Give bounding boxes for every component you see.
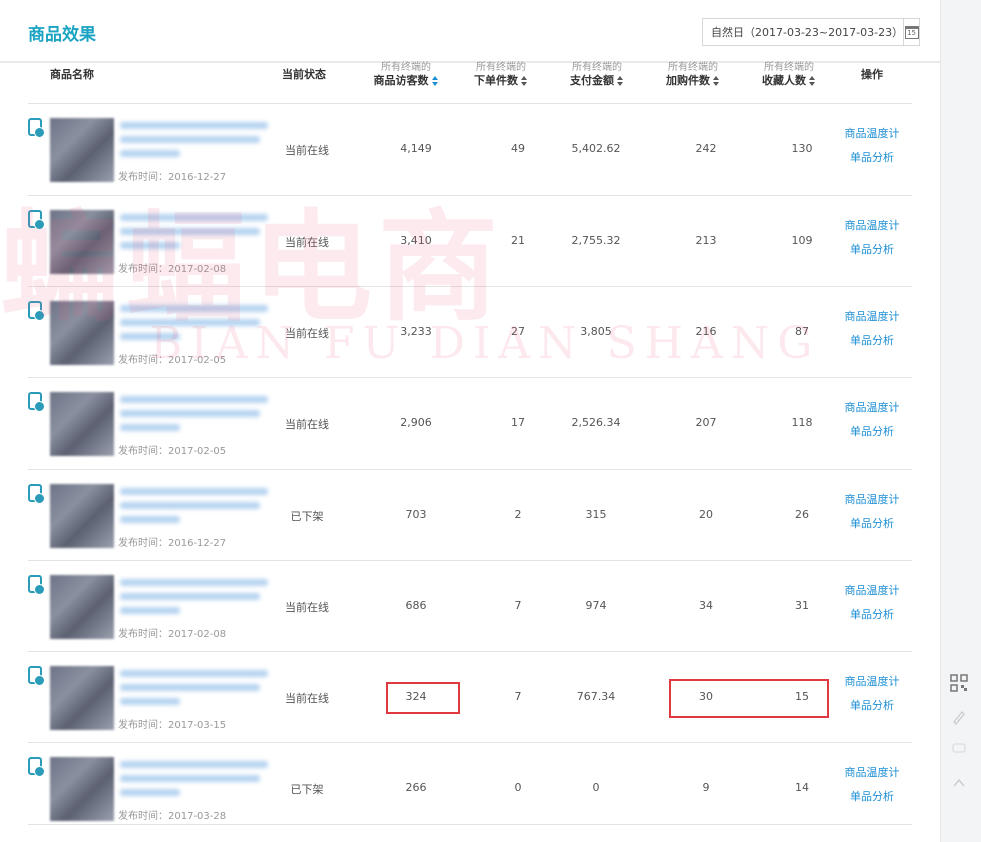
- cart-cell: 9: [702, 781, 710, 794]
- product-thumbnail[interactable]: [50, 757, 114, 821]
- orders-cell: 7: [514, 599, 522, 612]
- amount-cell: 974: [585, 599, 607, 612]
- product-thumbnail[interactable]: [50, 666, 114, 730]
- thermometer-link[interactable]: 商品温度计: [832, 305, 912, 329]
- fav-cell: 109: [791, 234, 813, 247]
- status-cell: 当前在线: [285, 692, 329, 705]
- highlight-box-cart-fav: [669, 679, 829, 718]
- mobile-icon: [28, 392, 45, 412]
- date-range-picker[interactable]: 自然日（2017-03-23~2017-03-23） 15: [702, 18, 920, 46]
- sort-icon[interactable]: [431, 75, 439, 87]
- orders-cell: 49: [511, 142, 525, 155]
- visitors-cell: 4,149: [400, 142, 432, 155]
- table-row: 发布时间：2017-02-05 当前在线 2,906 17 2,526.34 2…: [0, 378, 940, 469]
- thermometer-link[interactable]: 商品温度计: [832, 670, 912, 694]
- table-row: 发布时间：2016-12-27 已下架 703 2 315 20 26 商品温度…: [0, 470, 940, 561]
- status-cell: 当前在线: [285, 144, 329, 157]
- cart-cell: 34: [699, 599, 713, 612]
- thermometer-link[interactable]: 商品温度计: [832, 122, 912, 146]
- status-cell: 已下架: [290, 510, 324, 523]
- col-header-visitors[interactable]: 所有终端的 商品访客数: [366, 62, 446, 88]
- col-header-fav[interactable]: 所有终端的 收藏人数: [752, 62, 826, 88]
- visitors-cell: 686: [405, 599, 427, 612]
- amount-cell: 315: [585, 508, 607, 521]
- visitors-cell: 266: [405, 781, 427, 794]
- calendar-icon: 15: [904, 25, 919, 39]
- col-header-amount[interactable]: 所有终端的 支付金额: [560, 62, 634, 88]
- main-panel: 商品效果 自然日（2017-03-23~2017-03-23） 15 商品名称 …: [0, 0, 940, 842]
- top-icon[interactable]: [950, 774, 968, 792]
- amount-cell: 767.34: [576, 690, 616, 703]
- sort-icon[interactable]: [809, 75, 816, 87]
- thermometer-link[interactable]: 商品温度计: [832, 761, 912, 785]
- sort-icon[interactable]: [521, 75, 528, 87]
- watermark-subtext: BIAN FU DIAN SHANG: [150, 318, 821, 369]
- fav-cell: 130: [791, 142, 813, 155]
- col-header-status: 当前状态: [282, 68, 326, 81]
- col-header-action: 操作: [861, 68, 883, 81]
- single-analysis-link[interactable]: 单品分析: [832, 420, 912, 444]
- status-cell: 已下架: [290, 783, 324, 796]
- col-header-cart[interactable]: 所有终端的 加购件数: [656, 62, 730, 88]
- page-title: 商品效果: [28, 25, 96, 45]
- single-analysis-link[interactable]: 单品分析: [832, 603, 912, 627]
- cart-cell: 207: [695, 416, 717, 429]
- visitors-cell: 2,906: [400, 416, 432, 429]
- status-cell: 当前在线: [285, 601, 329, 614]
- mobile-icon: [28, 666, 45, 686]
- single-analysis-link[interactable]: 单品分析: [832, 146, 912, 170]
- amount-cell: 5,402.62: [571, 142, 621, 155]
- fav-cell: 14: [795, 781, 809, 794]
- fav-cell: 118: [791, 416, 813, 429]
- orders-cell: 17: [511, 416, 525, 429]
- publish-time: 发布时间：2017-03-15: [118, 720, 227, 731]
- cart-cell: 213: [695, 234, 717, 247]
- publish-time: 发布时间：2017-02-05: [118, 446, 227, 457]
- sort-icon[interactable]: [713, 75, 720, 87]
- sort-icon[interactable]: [617, 75, 624, 87]
- table-row: 发布时间：2017-03-28 已下架 266 0 0 9 14 商品温度计 单…: [0, 743, 940, 834]
- visitors-cell: 703: [405, 508, 427, 521]
- fav-cell: 31: [795, 599, 809, 612]
- product-thumbnail[interactable]: [50, 484, 114, 548]
- single-analysis-link[interactable]: 单品分析: [832, 238, 912, 262]
- thermometer-link[interactable]: 商品温度计: [832, 579, 912, 603]
- mobile-icon: [28, 575, 45, 595]
- mobile-icon: [28, 484, 45, 504]
- single-analysis-link[interactable]: 单品分析: [832, 512, 912, 536]
- single-analysis-link[interactable]: 单品分析: [832, 785, 912, 809]
- publish-time: 发布时间：2017-03-28: [118, 811, 227, 822]
- thermometer-link[interactable]: 商品温度计: [832, 214, 912, 238]
- amount-cell: 2,526.34: [571, 416, 621, 429]
- calendar-button[interactable]: 15: [903, 19, 919, 45]
- mobile-icon: [28, 757, 45, 777]
- comment-icon[interactable]: [950, 740, 968, 758]
- edit-icon[interactable]: [950, 708, 968, 726]
- fav-cell: 26: [795, 508, 809, 521]
- product-thumbnail[interactable]: [50, 575, 114, 639]
- product-thumbnail[interactable]: [50, 392, 114, 456]
- col-header-orders[interactable]: 所有终端的 下单件数: [464, 62, 538, 88]
- orders-cell: 2: [514, 508, 522, 521]
- status-cell: 当前在线: [285, 418, 329, 431]
- thermometer-link[interactable]: 商品温度计: [832, 488, 912, 512]
- cart-cell: 242: [695, 142, 717, 155]
- orders-cell: 7: [514, 690, 522, 703]
- publish-time: 发布时间：2017-02-08: [118, 629, 227, 640]
- publish-time: 发布时间：2016-12-27: [118, 538, 227, 549]
- qrcode-icon[interactable]: [950, 674, 968, 692]
- single-analysis-link[interactable]: 单品分析: [832, 329, 912, 353]
- date-range-label: 自然日（2017-03-23~2017-03-23）: [711, 26, 904, 39]
- col-header-name: 商品名称: [50, 68, 94, 81]
- orders-cell: 0: [514, 781, 522, 794]
- single-analysis-link[interactable]: 单品分析: [832, 694, 912, 718]
- amount-cell: 2,755.32: [571, 234, 621, 247]
- highlight-box-visitors: [386, 682, 460, 714]
- mobile-icon: [28, 118, 45, 138]
- thermometer-link[interactable]: 商品温度计: [832, 396, 912, 420]
- table-row: 发布时间：2017-02-08 当前在线 686 7 974 34 31 商品温…: [0, 561, 940, 652]
- cart-cell: 20: [699, 508, 713, 521]
- amount-cell: 0: [592, 781, 600, 794]
